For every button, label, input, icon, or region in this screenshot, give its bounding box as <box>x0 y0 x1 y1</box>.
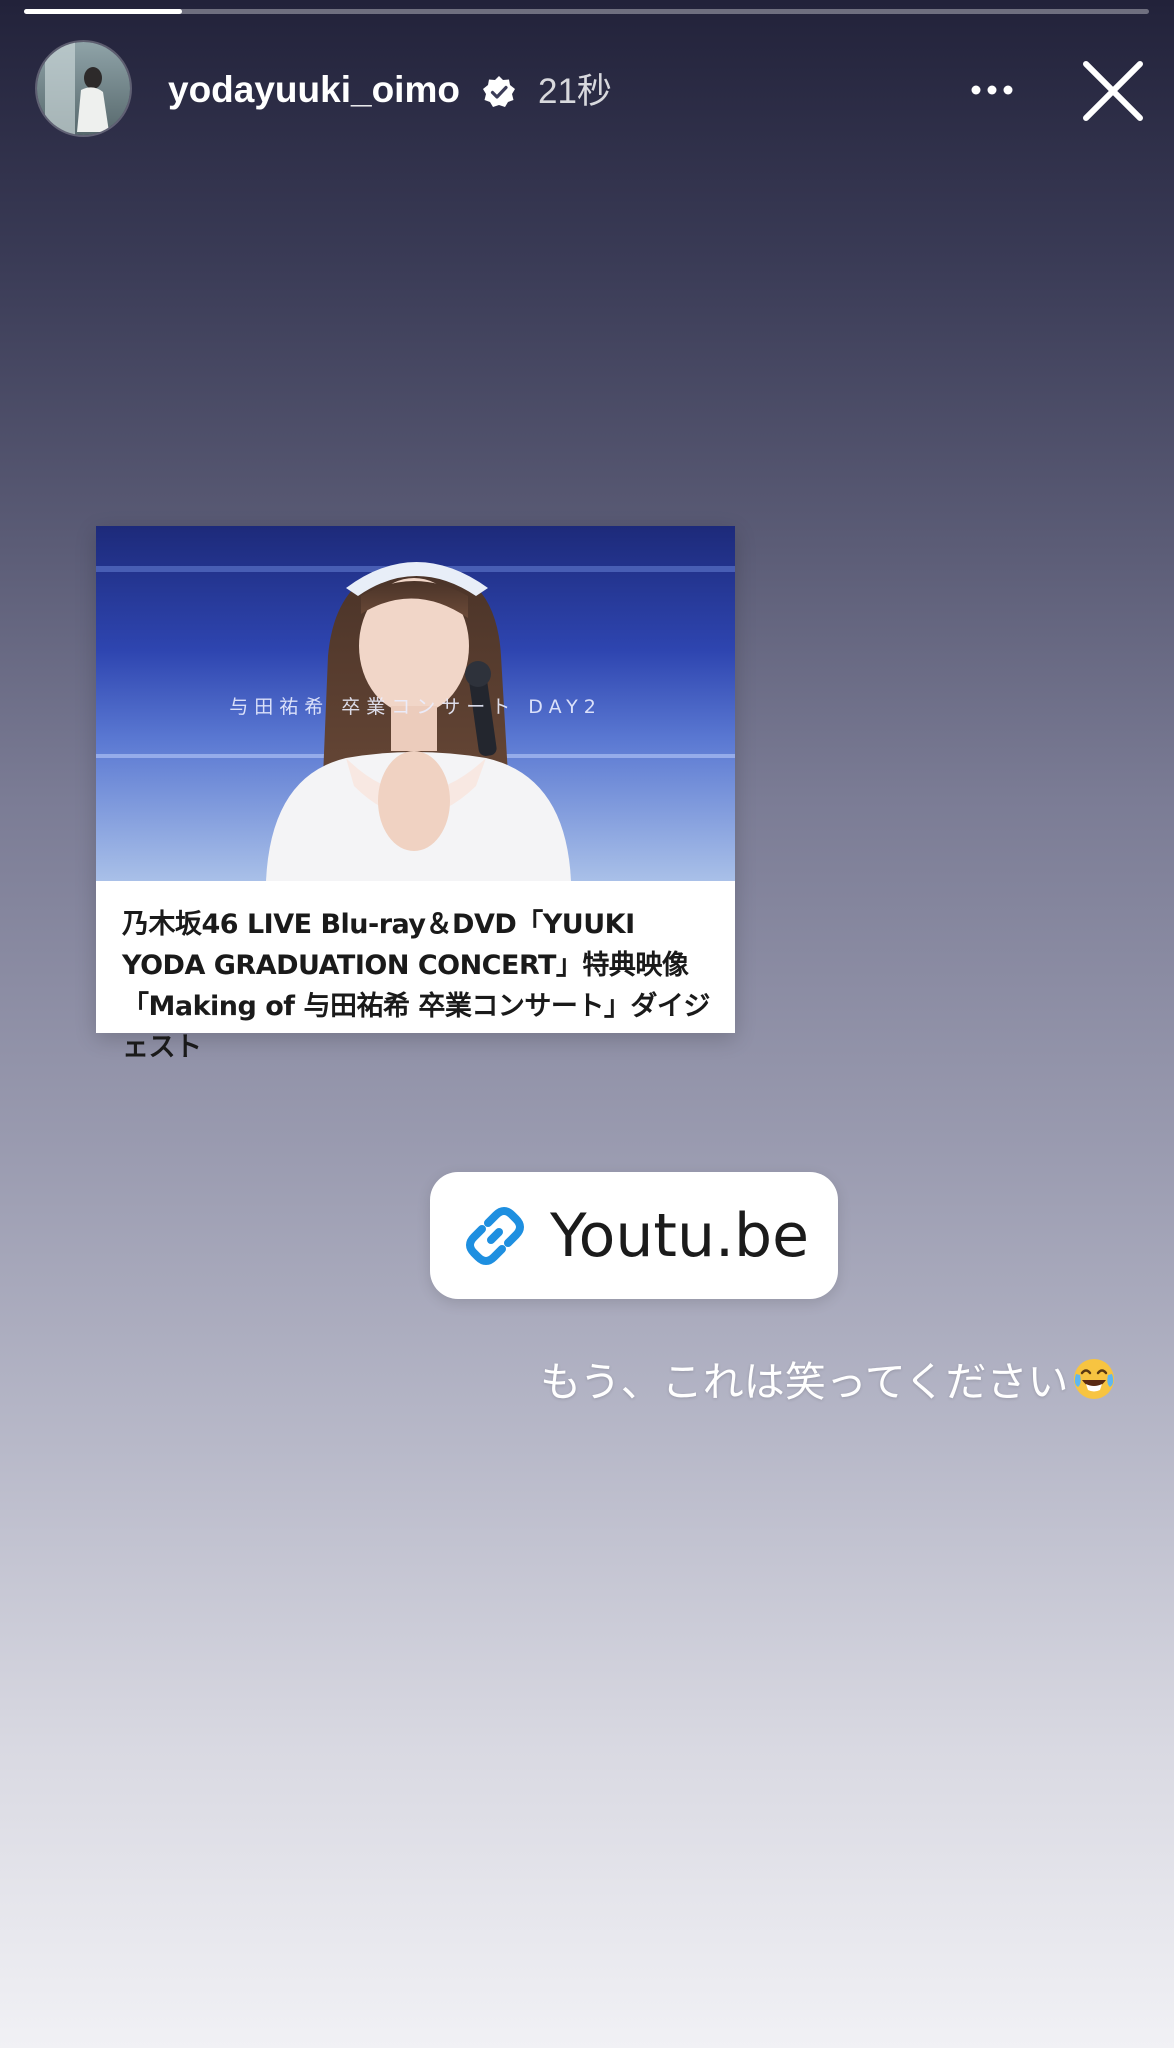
close-icon[interactable] <box>1080 58 1146 124</box>
video-title: 乃木坂46 LIVE Blu-ray＆DVD「YUUKI YODA GRADUA… <box>122 909 710 1063</box>
avatar-image <box>37 42 130 135</box>
thumbnail-overlay-text: 与田祐希 卒業コンサート DAY2 <box>229 696 602 718</box>
more-options-icon[interactable] <box>962 70 1022 110</box>
link-label: Youtu.be <box>550 1201 810 1271</box>
story-caption: もう、これは笑ってください <box>540 1354 1117 1410</box>
story-progress-fill <box>24 9 182 14</box>
caption-text: もう、これは笑ってください <box>540 1358 1069 1406</box>
verified-badge-icon <box>483 76 515 107</box>
link-icon <box>466 1207 524 1265</box>
youtube-preview-card[interactable]: 与田祐希 卒業コンサート DAY2 乃木坂46 LIVE Blu-ray＆DVD… <box>96 526 735 1063</box>
username[interactable]: yodayuuki_oimo <box>168 68 460 112</box>
post-timestamp: 21秒 <box>538 72 612 111</box>
link-sticker[interactable]: Youtu.be <box>430 1172 838 1299</box>
face-with-tears-of-joy-icon <box>1073 1359 1114 1399</box>
avatar[interactable] <box>35 40 132 137</box>
story-progress-bar <box>24 9 1149 14</box>
video-thumbnail: 与田祐希 卒業コンサート DAY2 <box>96 526 735 881</box>
